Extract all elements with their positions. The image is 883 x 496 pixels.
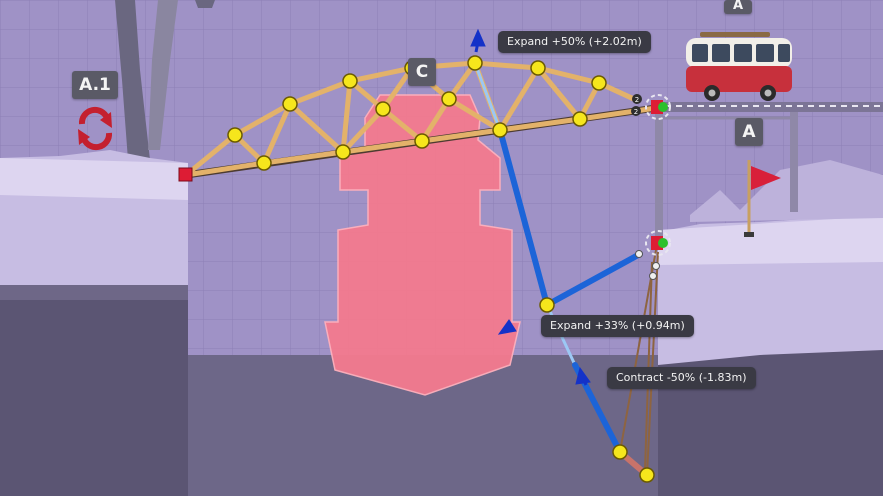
left-cliff bbox=[0, 150, 188, 496]
anchor-upper-joint[interactable] bbox=[658, 102, 668, 112]
hydraulic-tooltip-middle: Expand +33% (+0.94m) bbox=[541, 315, 694, 337]
goal-zone-label: A bbox=[735, 118, 763, 146]
hydraulic-tooltip-top: Expand +50% (+2.02m) bbox=[498, 31, 651, 53]
anchor-lower-joint[interactable] bbox=[658, 238, 668, 248]
joint-counter-2: 2 bbox=[634, 108, 638, 116]
anchor-left[interactable] bbox=[178, 167, 193, 182]
ship-zone-label: C bbox=[408, 58, 436, 86]
game-scene[interactable]: 2 2 A.1 C A A Expand +50% (+2.02m) Expan… bbox=[0, 0, 883, 496]
joint-counter-1: 2 bbox=[635, 96, 639, 104]
bridge-canvas[interactable]: 2 2 bbox=[0, 0, 883, 496]
vehicle-goal-label: A bbox=[724, 0, 752, 14]
start-zone-label: A.1 bbox=[72, 71, 118, 99]
camper-van-icon bbox=[686, 32, 792, 101]
hydraulic-tooltip-bottom: Contract -50% (-1.83m) bbox=[607, 367, 756, 389]
